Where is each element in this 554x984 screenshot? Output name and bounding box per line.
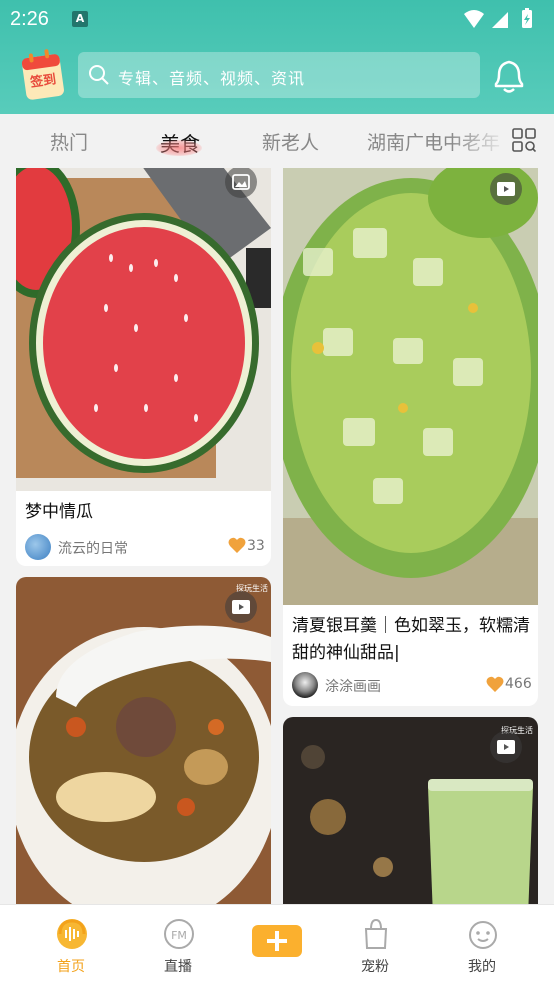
card-author: 涂涂画画 [325,679,381,695]
like-count: 466 [505,676,532,692]
bottom-navigation: 首页 FM 直播 宠粉 我的 [0,904,554,984]
heart-icon[interactable] [228,537,246,554]
soup-photo [16,577,271,904]
search-icon [89,65,109,85]
avatar [25,534,51,560]
video-badge-icon [225,591,257,623]
search-placeholder: 专辑、音频、视频、资讯 [118,69,306,88]
video-badge-icon [490,731,522,763]
home-audio-icon [57,919,87,949]
create-post-button[interactable] [252,925,302,957]
feed-card[interactable]: 清夏银耳羹｜色如翠玉，软糯清甜的神仙甜品| 涂涂画画 466 [283,168,538,706]
nav-label-live: 直播 [164,959,192,975]
svg-text:FM: FM [171,929,187,942]
category-tabs: 热门 美食 新老人 湖南广电中老年 [0,114,554,168]
notification-icon: A [72,11,88,27]
channel-grid-icon[interactable] [512,128,536,152]
watermelon-photo [16,168,271,491]
feed-card[interactable]: 探玩生活 [16,577,271,904]
jelly-dessert-photo [283,168,538,605]
image-badge-icon [225,168,257,198]
status-icons [464,8,532,28]
heart-icon[interactable] [486,676,504,693]
tab-hot[interactable]: 热门 [50,128,88,155]
feed-card[interactable]: 梦中情瓜 流云的日常 33 [16,168,271,566]
tab-new-elderly[interactable]: 新老人 [262,128,319,155]
nav-label-home: 首页 [57,959,85,975]
nav-mine[interactable]: 我的 [442,905,522,984]
nav-live[interactable]: FM 直播 [138,905,218,984]
sign-label: 签到 [29,72,58,91]
card-title: 清夏银耳羹｜色如翠玉，软糯清甜的神仙甜品| [292,616,530,663]
nav-fans[interactable]: 宠粉 [335,905,415,984]
fm-radio-icon: FM [164,919,194,949]
tab-fade [450,114,510,168]
bell-icon[interactable] [490,56,528,96]
card-title: 梦中情瓜 [25,502,93,522]
video-badge-icon [490,173,522,205]
sign-in-calendar-button[interactable]: 签到 [18,48,68,102]
shopping-bag-icon [364,918,388,949]
status-time: 2:26 [10,8,49,30]
plus-icon [267,931,287,951]
search-bar[interactable]: 专辑、音频、视频、资讯 [78,52,480,98]
status-bar: 2:26 A [0,0,554,40]
nav-label-mine: 我的 [468,959,496,975]
feed-grid: 梦中情瓜 流云的日常 33 清夏银耳羹｜色如翠玉，软糯清甜的神仙甜品| 涂涂画画… [0,168,554,904]
smiley-face-icon [469,921,497,949]
nav-label-fans: 宠粉 [361,959,389,975]
like-count: 33 [247,538,265,554]
avatar [292,672,318,698]
card-author: 流云的日常 [58,541,128,557]
active-tab-indicator [156,140,202,156]
app-header: 2:26 A 签到 专辑、音频、视频、资讯 [0,0,554,114]
feed-card[interactable]: 探玩生活 [283,717,538,904]
nav-home[interactable]: 首页 [31,905,111,984]
